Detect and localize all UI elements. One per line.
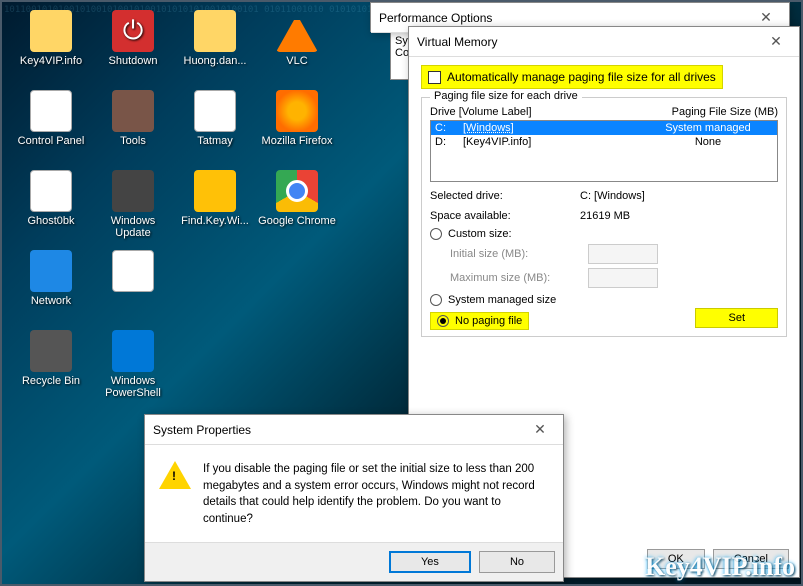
desktop-icon-label: Windows Update	[92, 215, 174, 239]
dialog-message: If you disable the paging file or set th…	[203, 461, 549, 528]
desktop-icon-label: VLC	[286, 55, 307, 67]
paging-file-groupbox: Paging file size for each drive Drive [V…	[421, 97, 787, 337]
drive-row[interactable]: C:[Windows]System managed	[431, 121, 777, 135]
desktop-icon[interactable]: Network	[10, 250, 92, 326]
initial-size-input[interactable]	[588, 244, 658, 264]
desktop-icon[interactable]: Tools	[92, 90, 174, 166]
desktop-icon-label: Tatmay	[197, 135, 232, 147]
close-icon[interactable]: ✕	[525, 421, 555, 438]
space-available-value: 21619 MB	[580, 210, 630, 222]
auto-manage-label: Automatically manage paging file size fo…	[447, 70, 716, 84]
system-properties-dialog: System Properties ✕ If you disable the p…	[144, 414, 564, 582]
desktop-icon[interactable]: Recycle Bin	[10, 330, 92, 406]
desktop-icon-label: Key4VIP.info	[20, 55, 82, 67]
desktop-icon-label: Recycle Bin	[22, 375, 80, 387]
desktop-icon[interactable]: VLC	[256, 10, 338, 86]
desktop-icon-label: Network	[31, 295, 71, 307]
desktop-icon[interactable]: Windows PowerShell	[92, 330, 174, 406]
desktop-icon[interactable]: Ghost0bk	[10, 170, 92, 246]
no-button[interactable]: No	[479, 551, 555, 573]
auto-manage-highlight: Automatically manage paging file size fo…	[421, 65, 723, 89]
desktop-icon-label: Huong.dan...	[184, 55, 247, 67]
warning-icon	[159, 461, 191, 493]
desktop-icon[interactable]: Find.Key.Wi...	[174, 170, 256, 246]
window-title: System Properties	[153, 423, 251, 437]
close-icon[interactable]: ✕	[751, 9, 781, 26]
drive-list[interactable]: C:[Windows]System managedD:[Key4VIP.info…	[430, 120, 778, 182]
desktop-icon[interactable]: Mozilla Firefox	[256, 90, 338, 166]
desktop-icon-label: Shutdown	[109, 55, 158, 67]
system-managed-radio[interactable]	[430, 294, 442, 306]
desktop-icon[interactable]: Tatmay	[174, 90, 256, 166]
desktop-icon-label: Find.Key.Wi...	[181, 215, 249, 227]
desktop-icon-label: Mozilla Firefox	[262, 135, 333, 147]
desktop-icon[interactable]: Windows Update	[92, 170, 174, 246]
desktop-icon[interactable]: Google Chrome	[256, 170, 338, 246]
desktop-icon-label: Ghost0bk	[27, 215, 74, 227]
desktop-icon[interactable]	[92, 250, 174, 326]
desktop-icon-label: Windows PowerShell	[92, 375, 174, 399]
set-button[interactable]: Set	[695, 308, 778, 328]
desktop-icon[interactable]: Key4VIP.info	[10, 10, 92, 86]
custom-size-radio[interactable]	[430, 228, 442, 240]
desktop-icon[interactable]: Huong.dan...	[174, 10, 256, 86]
no-paging-radio[interactable]	[437, 315, 449, 327]
desktop-icon[interactable]: ⏻Shutdown	[92, 10, 174, 86]
watermark: Key4VIP.info	[645, 552, 795, 582]
desktop-icon-label: Google Chrome	[258, 215, 336, 227]
drive-row[interactable]: D:[Key4VIP.info]None	[431, 135, 777, 149]
close-icon[interactable]: ✕	[761, 33, 791, 50]
auto-manage-checkbox[interactable]	[428, 71, 441, 84]
selected-drive-value: C: [Windows]	[580, 190, 645, 202]
desktop-icon[interactable]: Control Panel	[10, 90, 92, 166]
desktop-icon-label: Control Panel	[18, 135, 85, 147]
window-title: Performance Options	[379, 11, 492, 25]
yes-button[interactable]: Yes	[389, 551, 471, 573]
window-title: Virtual Memory	[417, 35, 497, 49]
maximum-size-input[interactable]	[588, 268, 658, 288]
desktop-icon-label: Tools	[120, 135, 146, 147]
